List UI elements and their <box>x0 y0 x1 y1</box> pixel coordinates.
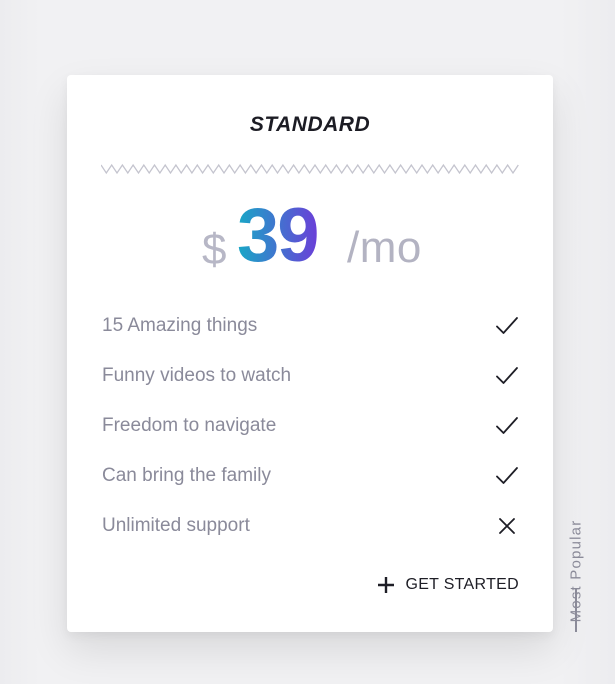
badge-divider-line <box>575 588 577 632</box>
feature-label: Can bring the family <box>102 465 271 486</box>
check-icon <box>496 367 518 384</box>
pricing-section: STANDARD $ 39 /mo 15 Amazing things Funn… <box>0 0 615 684</box>
check-icon <box>496 317 518 334</box>
get-started-label: GET STARTED <box>405 576 519 593</box>
feature-label: Funny videos to watch <box>102 365 292 386</box>
most-popular-badge: Most Popular <box>564 448 588 638</box>
feature-label: Unlimited support <box>102 515 250 536</box>
zigzag-divider <box>101 163 519 175</box>
plan-title: STANDARD <box>249 113 371 136</box>
feature-item: Can bring the family <box>102 463 520 513</box>
previous-card-edge <box>0 0 615 3</box>
pricing-card-standard: STANDARD $ 39 /mo 15 Amazing things Funn… <box>67 75 553 632</box>
price-period: /mo <box>347 223 422 272</box>
plus-icon <box>378 577 395 593</box>
feature-label: Freedom to navigate <box>102 415 277 436</box>
cross-icon <box>499 518 515 534</box>
price-display: $ 39 /mo <box>67 197 553 277</box>
price-amount-text: 39 <box>237 197 318 277</box>
get-started-button[interactable]: GET STARTED <box>376 573 519 597</box>
check-icon <box>496 467 518 484</box>
feature-item: 15 Amazing things <box>102 313 520 363</box>
feature-item: Funny videos to watch <box>102 363 520 413</box>
feature-item: Freedom to navigate <box>102 413 520 463</box>
feature-list: 15 Amazing things Funny videos to watch … <box>102 313 520 563</box>
check-icon <box>496 417 518 434</box>
feature-item: Unlimited support <box>102 513 520 563</box>
price-currency: $ <box>202 225 227 274</box>
feature-label: 15 Amazing things <box>102 315 258 336</box>
